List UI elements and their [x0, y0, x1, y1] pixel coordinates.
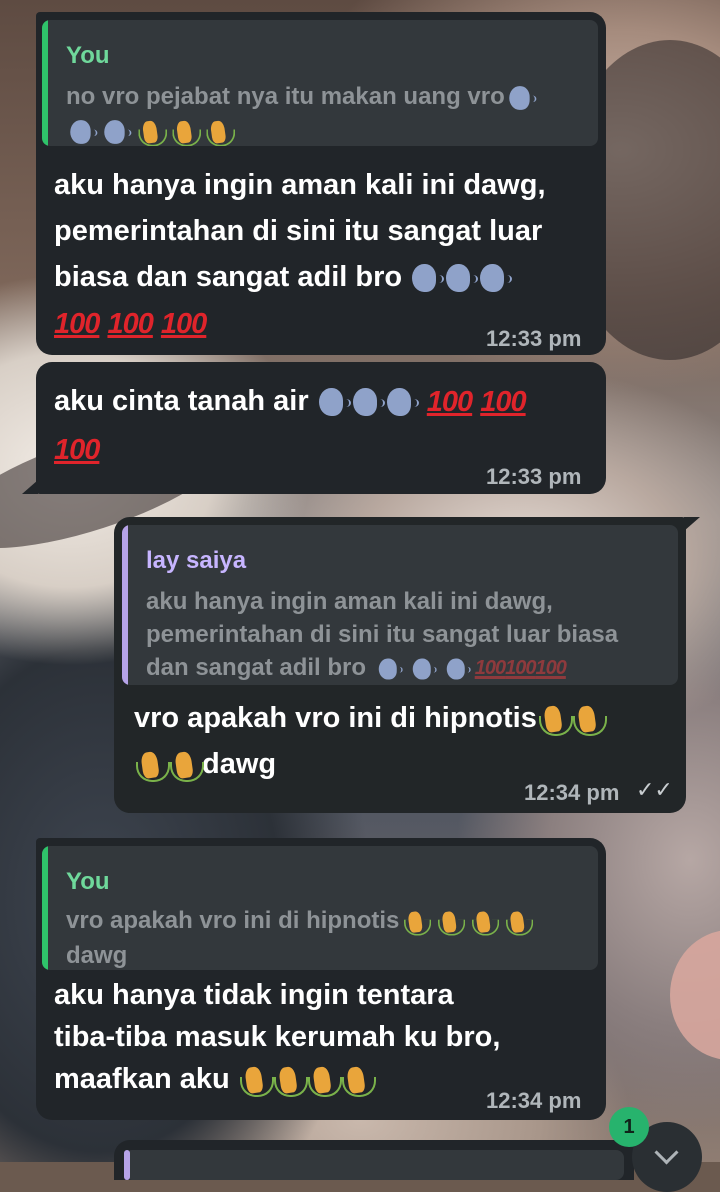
speaking-head-icon [377, 656, 403, 682]
pray-hands-icon [340, 1063, 376, 1098]
message-time: 12:33 pm [486, 464, 582, 489]
unread-count-badge: 1 [609, 1107, 649, 1147]
reply-text-line: dan sangat adil bro [146, 654, 367, 681]
hundred-points-icon: 100 [107, 308, 153, 341]
reply-quote[interactable]: You no vro pejabat nya itu makan uang vr… [42, 20, 598, 146]
pray-hands-icon [134, 748, 170, 783]
hundred-points-icon: 100 [54, 308, 100, 341]
reply-accent-bar [122, 525, 128, 685]
pray-hands-icon [471, 908, 500, 936]
message-line: dawg [202, 748, 277, 780]
hundred-points-icon: 100 [474, 657, 506, 680]
reply-accent-bar [124, 1150, 130, 1180]
chevron-down-icon [654, 1140, 679, 1165]
message-text: aku hanya ingin aman kali ini dawg, peme… [54, 162, 594, 347]
reply-sender-name: You [66, 42, 110, 69]
message-line: aku cinta tanah air [54, 385, 309, 417]
hundred-points-icon: 100 [426, 386, 473, 419]
message-line: aku hanya ingin aman kali ini dawg, [54, 169, 546, 201]
message-bubble[interactable] [114, 1140, 634, 1180]
speaking-head-icon [103, 118, 132, 146]
hundred-points-icon: 100 [535, 657, 566, 680]
message-bubble[interactable]: aku cinta tanah air 100 100 100 12:33 pm [22, 362, 606, 494]
message-text: aku hanya tidak ingin tentara tiba-tiba … [54, 974, 594, 1100]
message-time: 12:34 pm [524, 780, 620, 805]
bubble-tail [684, 517, 700, 545]
pray-hands-icon [571, 702, 607, 737]
message-bubble[interactable]: lay saiya aku hanya ingin aman kali ini … [114, 517, 700, 813]
reply-quote[interactable]: lay saiya aku hanya ingin aman kali ini … [122, 525, 678, 685]
message-text: aku cinta tanah air 100 100 100 [54, 378, 594, 473]
reply-quote[interactable] [124, 1150, 624, 1180]
hundred-points-icon: 100 [480, 386, 526, 419]
speaking-head-icon [445, 656, 471, 682]
message-line: biasa dan sangat adil bro [54, 261, 403, 293]
reply-quote[interactable]: You vro apakah vro ini di hipnotis dawg [42, 846, 598, 970]
pray-hands-icon [505, 908, 534, 936]
message-line: pemerintahan di sini itu sangat luar [54, 215, 543, 247]
message-time: 12:33 pm [486, 326, 582, 351]
pray-hands-icon [168, 748, 204, 783]
message-bubble[interactable]: You vro apakah vro ini di hipnotis dawg … [36, 838, 606, 1120]
pray-hands-icon [537, 702, 573, 737]
speaking-head-icon [410, 261, 445, 295]
reply-text-line: dawg [66, 941, 128, 969]
pray-hands-icon [437, 908, 466, 936]
reply-text-line: pemerintahan di sini itu sangat luar bia… [146, 621, 619, 648]
speaking-head-icon [478, 261, 513, 295]
reply-accent-bar [42, 20, 48, 146]
reply-text: no vro pejabat nya itu makan uang vro [66, 80, 586, 146]
hundred-points-icon: 100 [505, 657, 536, 680]
speaking-head-icon [444, 261, 479, 295]
reply-text: aku hanya ingin aman kali ini dawg, peme… [146, 585, 672, 685]
pray-hands-icon [205, 118, 236, 146]
speaking-head-icon [507, 83, 537, 112]
speaking-head-icon [69, 118, 98, 146]
reply-accent-bar [42, 846, 48, 970]
message-line: aku hanya tidak ingin tentara [54, 979, 454, 1011]
pray-hands-icon [137, 118, 168, 146]
pray-hands-icon [171, 118, 202, 146]
hundred-points-icon: 100 [160, 308, 207, 341]
message-line: maafkan aku [54, 1063, 230, 1095]
reply-sender-name: You [66, 868, 110, 895]
pray-hands-icon [306, 1063, 342, 1098]
message-line: vro apakah vro ini di hipnotis [134, 702, 537, 734]
speaking-head-icon [385, 385, 419, 419]
bubble-tail [22, 480, 38, 494]
reply-text-line: no vro pejabat nya itu makan uang vro [66, 83, 505, 110]
speaking-head-icon [351, 385, 385, 419]
message-bubble[interactable]: You no vro pejabat nya itu makan uang vr… [36, 12, 606, 355]
pray-hands-icon [238, 1063, 274, 1098]
message-time: 12:34 pm [486, 1088, 582, 1113]
reply-text: vro apakah vro ini di hipnotis dawg [66, 904, 592, 970]
pray-hands-icon [272, 1063, 308, 1098]
reply-text-line: vro apakah vro ini di hipnotis [66, 907, 400, 934]
speaking-head-icon [411, 656, 437, 682]
pray-hands-icon [403, 908, 432, 936]
hundred-points-icon: 100 [54, 433, 100, 466]
speaking-head-icon [317, 385, 351, 419]
message-line: tiba-tiba masuk kerumah ku bro, [54, 1021, 501, 1053]
reply-sender-name: lay saiya [146, 547, 247, 574]
message-text: vro apakah vro ini di hipnotis dawg [134, 695, 674, 787]
read-receipt-icon: ✓✓ [636, 777, 673, 802]
reply-text-line: aku hanya ingin aman kali ini dawg, [146, 588, 553, 615]
